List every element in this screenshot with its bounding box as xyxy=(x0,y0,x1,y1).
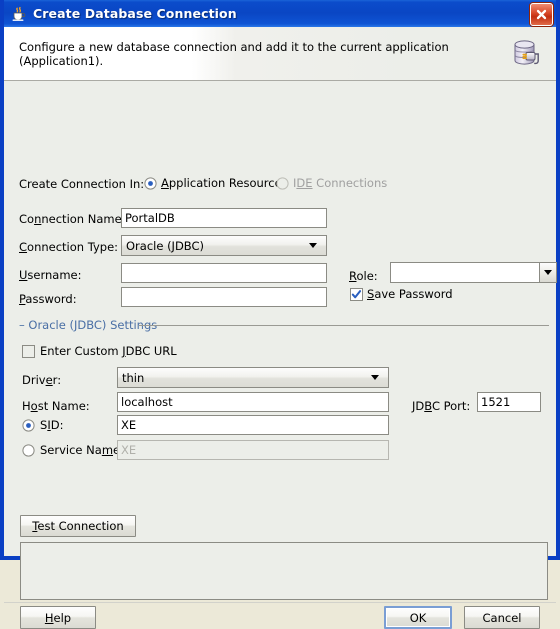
radio-service-name-label: Service Name: xyxy=(40,443,124,457)
username-input[interactable] xyxy=(121,263,327,283)
password-input[interactable] xyxy=(121,287,327,307)
settings-group-title: – Oracle (JDBC) Settings xyxy=(19,318,158,332)
service-name-value: XE xyxy=(121,443,137,457)
service-name-input[interactable]: XE xyxy=(117,440,389,460)
test-connection-button[interactable]: Test Connection xyxy=(20,515,136,537)
driver-label: Driver: xyxy=(22,373,62,387)
chevron-down-icon xyxy=(367,368,383,387)
radio-sid-label: SID: xyxy=(40,418,64,432)
chevron-down-icon xyxy=(539,263,556,282)
enter-custom-jdbc-url-label: Enter Custom JDBC URL xyxy=(40,344,177,358)
enter-custom-jdbc-url-checkbox[interactable]: Enter Custom JDBC URL xyxy=(22,344,177,358)
sid-value: XE xyxy=(121,418,137,432)
radio-ide-connections-label: IDE Connections xyxy=(293,176,388,190)
radio-service-name[interactable]: Service Name: xyxy=(22,443,124,457)
connection-type-value: Oracle (JDBC) xyxy=(126,238,205,253)
save-password-checkbox[interactable]: Save Password xyxy=(350,287,453,301)
save-password-label: Save Password xyxy=(367,287,453,301)
driver-select[interactable]: thin xyxy=(117,367,389,388)
role-label: Role: xyxy=(349,269,378,283)
jdbc-port-label: JDBC Port: xyxy=(412,399,471,413)
host-name-value: localhost xyxy=(121,395,173,409)
connection-message-text xyxy=(21,543,547,549)
connection-name-label: Connection Name: xyxy=(19,212,126,226)
create-connection-in-label: Create Connection In: xyxy=(19,177,145,191)
database-connection-icon xyxy=(514,39,539,65)
checkbox-unchecked-icon xyxy=(22,344,35,358)
help-button[interactable]: Help xyxy=(20,606,96,629)
connection-type-label: Connection Type: xyxy=(19,240,119,254)
radio-selected-icon xyxy=(22,418,35,432)
jdbc-port-value: 1521 xyxy=(481,395,511,409)
driver-value: thin xyxy=(122,370,145,385)
settings-group-divider xyxy=(139,325,549,326)
radio-ide-connections[interactable]: IDE Connections xyxy=(276,176,387,190)
cancel-button[interactable]: Cancel xyxy=(464,606,540,629)
cancel-label: Cancel xyxy=(482,610,522,625)
checkbox-checked-icon xyxy=(350,287,363,301)
jdbc-port-input[interactable]: 1521 xyxy=(477,392,541,412)
dialog-body: Create Connection In: Application Resour… xyxy=(4,81,557,629)
radio-sid[interactable]: SID: xyxy=(22,418,63,432)
connection-message-panel xyxy=(20,542,548,600)
java-coffee-cup-icon xyxy=(12,6,26,21)
sid-input[interactable]: XE xyxy=(117,415,389,435)
connection-type-select[interactable]: Oracle (JDBC) xyxy=(121,235,327,256)
host-name-label: Host Name: xyxy=(22,399,90,413)
radio-unselected-disabled-icon xyxy=(276,176,289,190)
connection-name-input[interactable]: PortalDB xyxy=(121,208,327,228)
window-title: Create Database Connection xyxy=(33,6,237,21)
host-name-input[interactable]: localhost xyxy=(117,392,389,412)
radio-selected-icon xyxy=(144,176,157,190)
role-select[interactable] xyxy=(390,262,557,283)
dialog-header: Configure a new database connection and … xyxy=(4,27,556,81)
username-label: Username: xyxy=(19,268,82,282)
title-bar: Create Database Connection xyxy=(4,0,556,27)
password-label: Password: xyxy=(19,292,77,306)
close-x-glyph xyxy=(536,9,547,20)
help-label: Help xyxy=(44,610,72,625)
close-icon[interactable] xyxy=(530,3,553,26)
ok-label: OK xyxy=(409,610,427,625)
radio-unselected-icon xyxy=(22,443,35,457)
header-description: Configure a new database connection and … xyxy=(19,39,449,68)
radio-application-resources[interactable]: Application Resources xyxy=(144,176,288,190)
footer-divider xyxy=(4,602,556,603)
test-connection-label: Test Connection xyxy=(32,519,124,533)
ok-button[interactable]: OK xyxy=(384,606,452,629)
radio-application-resources-label: Application Resources xyxy=(161,176,288,190)
chevron-down-icon xyxy=(305,236,321,255)
create-database-connection-dialog: Create Database Connection Configure a n… xyxy=(0,0,560,629)
connection-name-value: PortalDB xyxy=(125,211,175,225)
